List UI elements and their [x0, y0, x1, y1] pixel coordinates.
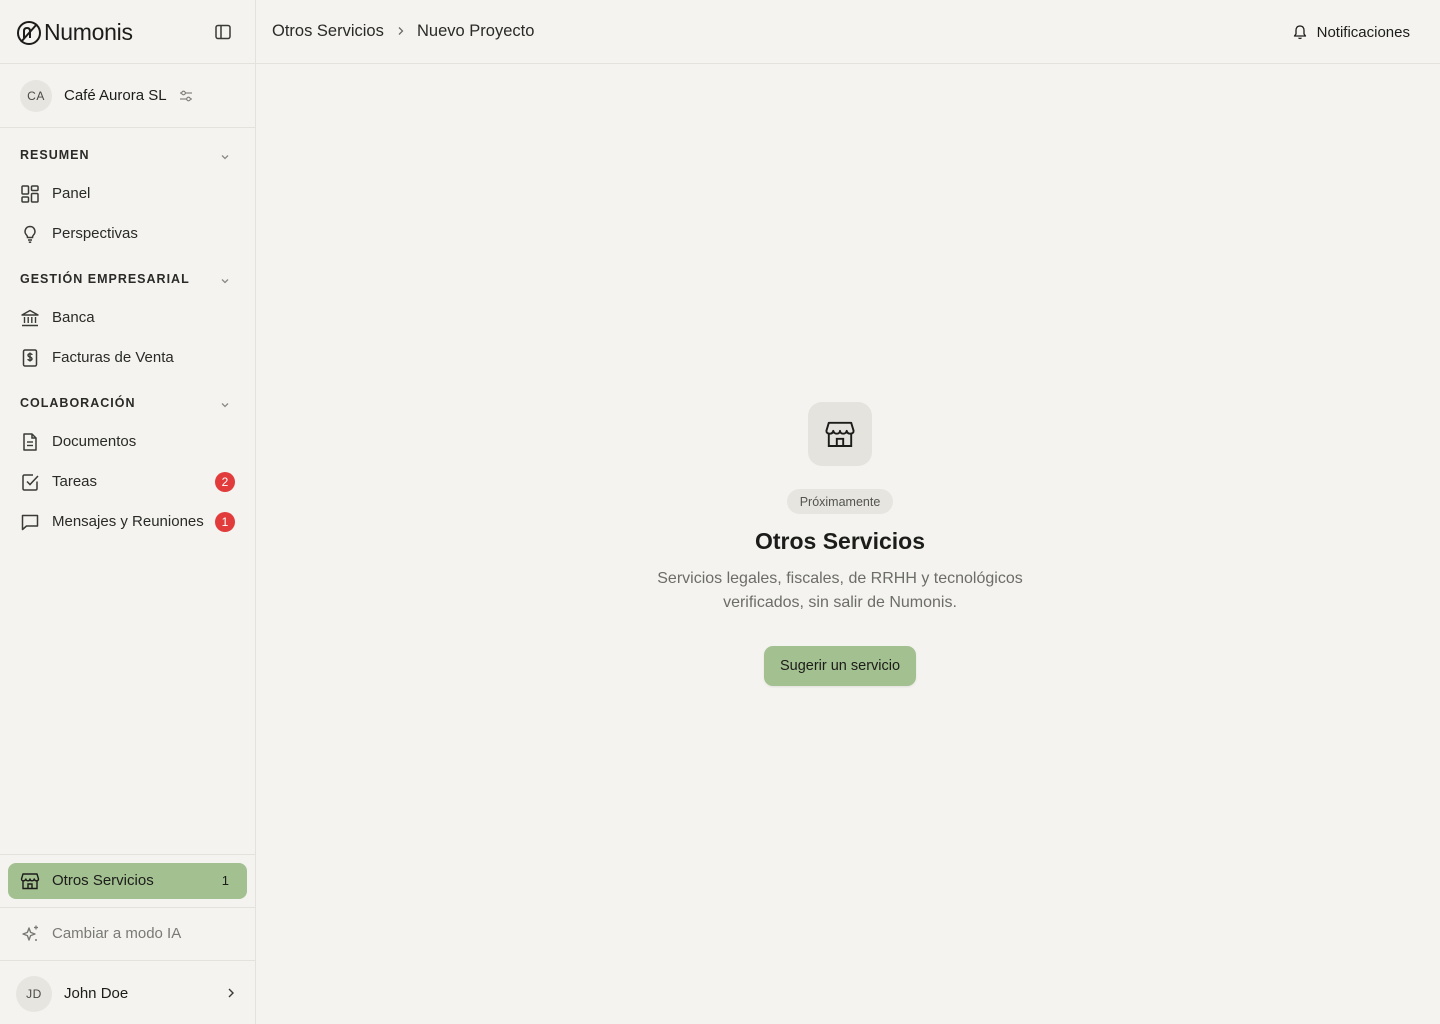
top-bar: Otros Servicios Nuevo Proyecto Notificac…: [256, 0, 1440, 64]
sidebar-item-mensajes-y-reuniones[interactable]: Mensajes y Reuniones 1: [12, 504, 244, 540]
sidebar-item-label: Banca: [52, 309, 95, 326]
user-menu[interactable]: JD John Doe: [0, 961, 255, 1024]
sidebar-item-facturas-de-venta[interactable]: Facturas de Venta: [12, 340, 244, 376]
user-name: John Doe: [64, 985, 129, 1002]
ai-mode-label: Cambiar a modo IA: [52, 925, 182, 942]
chevron-down-icon: [221, 279, 229, 284]
page-title: Otros Servicios: [754, 528, 926, 554]
sidebar-item-tareas[interactable]: Tareas 2: [12, 464, 244, 500]
lightbulb-icon: [24, 225, 36, 243]
document-icon: [23, 433, 37, 451]
suggest-service-button[interactable]: Sugerir un servicio: [764, 646, 916, 686]
sidebar-panel-icon: [215, 24, 231, 40]
store-icon: [825, 421, 855, 447]
sidebar-item-otros-servicios[interactable]: Otros Servicios 1: [8, 863, 247, 899]
company-name: Café Aurora SL: [64, 87, 167, 104]
chevron-right-icon: [228, 988, 234, 998]
sidebar-toggle-button[interactable]: [214, 23, 232, 41]
sidebar-item-label: Documentos: [52, 433, 137, 450]
section-header-resumen[interactable]: RESUMEN: [20, 148, 236, 168]
invoice-icon: [22, 349, 38, 367]
numonis-logo-icon: [17, 20, 41, 45]
app-name: Numonis: [44, 19, 133, 45]
item-count: 1: [221, 873, 229, 888]
sidebar-item-banca[interactable]: Banca: [12, 300, 244, 336]
company-settings-button[interactable]: [179, 89, 193, 103]
breadcrumb-current: Nuevo Proyecto: [417, 22, 535, 40]
sidebar-item-panel[interactable]: Panel: [12, 176, 244, 212]
company-switcher[interactable]: CA Café Aurora SL: [0, 64, 255, 128]
coming-soon-badge: Próximamente: [787, 489, 893, 514]
sidebar-item-documentos[interactable]: Documentos: [12, 424, 244, 460]
sidebar-item-perspectivas[interactable]: Perspectivas: [12, 216, 244, 252]
bank-icon: [21, 309, 39, 327]
chevron-down-icon: [221, 403, 229, 408]
section-title: RESUMEN: [20, 148, 90, 162]
sidebar-item-label: Panel: [52, 185, 91, 202]
section-header-colaboracion[interactable]: COLABORACIÓN: [20, 396, 236, 416]
switch-ai-mode-button[interactable]: Cambiar a modo IA: [12, 916, 244, 952]
chevron-right-icon: [398, 27, 404, 35]
user-avatar: JD: [16, 976, 52, 1012]
company-avatar: CA: [20, 80, 52, 112]
notifications-label: Notificaciones: [1316, 23, 1410, 41]
sidebar-item-label: Perspectivas: [52, 225, 138, 242]
breadcrumb-item[interactable]: Otros Servicios: [272, 22, 384, 41]
notifications-button[interactable]: Notificaciones: [1282, 14, 1420, 50]
page-description: Servicios legales, fiscales, de RRHH y t…: [657, 570, 1023, 611]
bell-icon: [1293, 25, 1306, 40]
sparkles-icon: [22, 925, 38, 941]
dashboard-icon: [21, 185, 39, 203]
divider: [0, 854, 255, 855]
hero-icon-tile: [808, 402, 872, 466]
section-title: GESTIÓN EMPRESARIAL: [20, 272, 190, 286]
sidebar-item-label: Otros Servicios: [52, 872, 154, 889]
sidebar-item-label: Facturas de Venta: [52, 349, 174, 366]
section-header-gestion-empresarial[interactable]: GESTIÓN EMPRESARIAL: [20, 272, 236, 292]
notification-count-badge: 2: [215, 472, 235, 492]
section-title: COLABORACIÓN: [20, 396, 136, 410]
main-content: Próximamente Otros Servicios Servicios l…: [256, 64, 1440, 1024]
chevron-down-icon: [221, 155, 229, 160]
logo-row: Numonis: [0, 0, 255, 64]
notification-count-badge: 1: [215, 512, 235, 532]
app-logo[interactable]: Numonis: [16, 19, 133, 46]
checkbox-icon: [22, 474, 39, 491]
divider: [0, 907, 255, 908]
store-icon: [20, 873, 40, 890]
message-icon: [21, 514, 39, 531]
sidebar-item-label: Tareas: [52, 473, 98, 490]
sidebar-item-label: Mensajes y Reuniones: [52, 513, 204, 530]
sliders-icon: [180, 90, 192, 102]
sidebar: Numonis CA Café Aurora SL RESUMEN Panel …: [0, 0, 256, 1024]
